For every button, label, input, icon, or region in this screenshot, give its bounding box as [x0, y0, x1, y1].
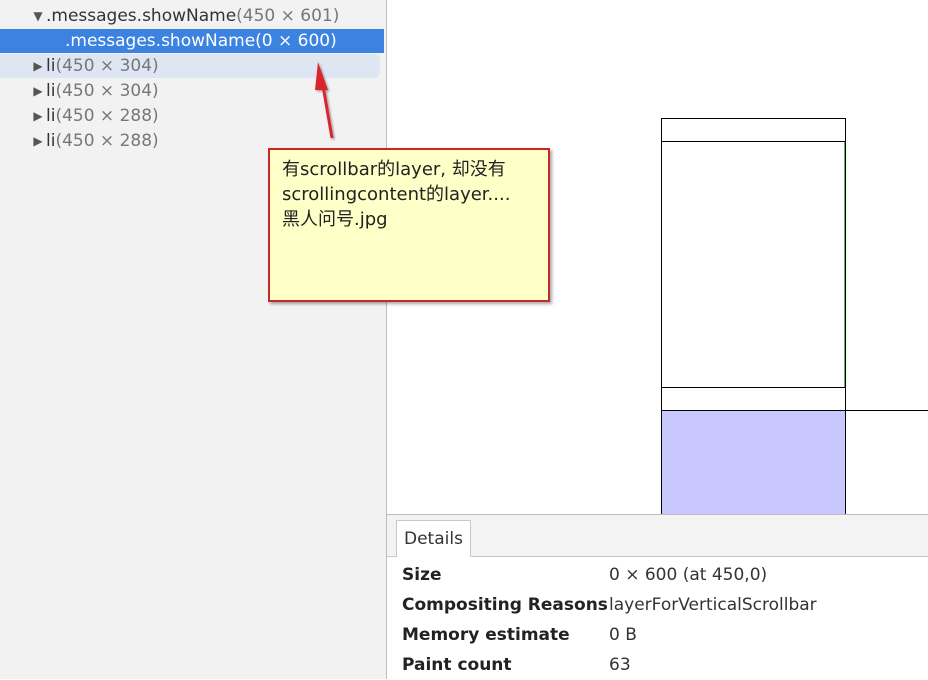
- layer-box-top[interactable]: [661, 118, 846, 142]
- tree-row-showname-selected[interactable]: .messages.showName(0 × 600): [0, 29, 384, 53]
- collapse-arrow-icon[interactable]: ▶: [32, 79, 44, 103]
- detail-row-compositing-reasons: Compositing Reasons layerForVerticalScro…: [402, 590, 922, 620]
- layer-dims: (450 × 288): [55, 131, 159, 151]
- layer-tree-panel: ▼ .messages.showName(450 × 601) .message…: [0, 0, 387, 679]
- expand-arrow-icon[interactable]: ▼: [32, 4, 44, 28]
- annotation-line-3: 黑人问号.jpg: [282, 209, 388, 230]
- detail-row-memory-estimate: Memory estimate 0 B: [402, 620, 922, 650]
- layer-name: .messages.showName: [46, 6, 237, 26]
- layer-dims: (0 × 600): [255, 31, 337, 51]
- annotation-line-2: scrollingcontent的layer....: [282, 184, 511, 205]
- tab-details[interactable]: Details: [396, 520, 471, 557]
- layer-dims: (450 × 304): [55, 56, 159, 76]
- tree-row-label: li(450 × 288): [46, 129, 159, 153]
- layer-boundary-line: [845, 410, 928, 411]
- details-tabbar: Details: [387, 515, 928, 557]
- layer-box-filled[interactable]: [661, 410, 846, 514]
- layer-name: .messages.showName: [65, 31, 256, 51]
- tree-row-label: li(450 × 288): [46, 104, 159, 128]
- scrollbar-layer-line[interactable]: [844, 142, 845, 387]
- tree-row-showname-parent[interactable]: ▼ .messages.showName(450 × 601): [0, 4, 384, 28]
- detail-value: 0 × 600 (at 450,0): [609, 565, 768, 585]
- detail-value: 63: [609, 655, 631, 675]
- tree-row-li[interactable]: ▶ li(450 × 288): [0, 104, 380, 128]
- tree-row-label: li(450 × 304): [46, 54, 159, 78]
- detail-key: Compositing Reasons: [402, 595, 608, 615]
- detail-row-size: Size 0 × 600 (at 450,0): [402, 560, 922, 590]
- detail-key: Memory estimate: [402, 625, 570, 645]
- detail-value: 0 B: [609, 625, 637, 645]
- detail-key: Size: [402, 565, 442, 585]
- layer-dims: (450 × 288): [55, 106, 159, 126]
- collapse-arrow-icon[interactable]: ▶: [32, 129, 44, 153]
- tree-row-label: li(450 × 304): [46, 79, 159, 103]
- tree-row-label: .messages.showName(450 × 601): [46, 4, 339, 28]
- layer-dims: (450 × 601): [236, 6, 340, 26]
- tree-row-label: .messages.showName(0 × 600): [65, 29, 337, 53]
- collapse-arrow-icon[interactable]: ▶: [32, 104, 44, 128]
- tree-row-li[interactable]: ▶ li(450 × 304): [0, 54, 380, 78]
- details-panel: Details Size 0 × 600 (at 450,0) Composit…: [387, 514, 928, 680]
- detail-key: Paint count: [402, 655, 512, 675]
- layer-dims: (450 × 304): [55, 81, 159, 101]
- detail-value: layerForVerticalScrollbar: [609, 595, 817, 615]
- collapse-arrow-icon[interactable]: ▶: [32, 54, 44, 78]
- tree-row-li[interactable]: ▶ li(450 × 304): [0, 79, 380, 103]
- layer-box-main[interactable]: [661, 141, 846, 388]
- layer-box-strip[interactable]: [661, 387, 846, 411]
- annotation-line-1: 有scrollbar的layer, 却没有: [282, 159, 506, 180]
- detail-row-paint-count: Paint count 63: [402, 650, 922, 680]
- annotation-note: 有scrollbar的layer, 却没有 scrollingcontent的l…: [268, 148, 550, 302]
